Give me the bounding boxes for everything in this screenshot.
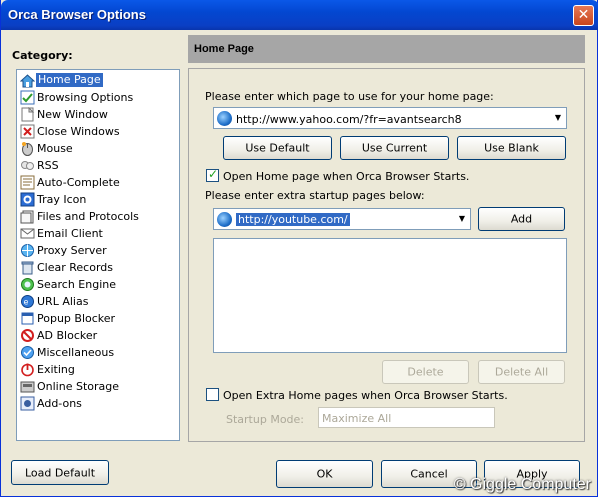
globe-icon bbox=[217, 212, 232, 227]
url-alias-icon: e bbox=[21, 295, 34, 308]
category-item-label: Files and Protocols bbox=[37, 210, 139, 223]
category-item-label: Browsing Options bbox=[37, 91, 134, 104]
open-home-checkbox[interactable] bbox=[206, 167, 219, 182]
category-item-label: Exiting bbox=[37, 363, 75, 376]
category-item-email-client[interactable]: Email Client bbox=[19, 225, 177, 242]
category-list[interactable]: Home Page Browsing Options New Window Cl… bbox=[16, 69, 180, 441]
home-url-value: http://www.yahoo.com/?fr=avantsearch8 bbox=[236, 113, 462, 126]
category-item-label: Auto-Complete bbox=[37, 176, 120, 189]
close-window-icon bbox=[20, 124, 35, 139]
delete-all-button[interactable]: Delete All bbox=[478, 360, 565, 384]
startup-mode-select[interactable]: Maximize All bbox=[318, 407, 495, 428]
category-item-mouse[interactable]: Mouse bbox=[19, 140, 177, 157]
category-item-label: Home Page bbox=[36, 73, 103, 87]
category-item-url-alias[interactable]: e URL Alias bbox=[19, 293, 177, 310]
watermark: © Giggle Computer bbox=[453, 476, 591, 493]
dropdown-arrow-icon[interactable]: ▼ bbox=[459, 214, 465, 223]
storage-icon bbox=[20, 381, 35, 393]
use-blank-button[interactable]: Use Blank bbox=[457, 136, 566, 160]
category-item-ad-blocker[interactable]: AD Blocker bbox=[19, 327, 177, 344]
category-item-rss[interactable]: RSS bbox=[19, 157, 177, 174]
misc-icon bbox=[21, 346, 34, 359]
delete-button[interactable]: Delete bbox=[382, 360, 469, 384]
svg-text:e: e bbox=[24, 298, 29, 307]
category-item-popup-blocker[interactable]: Popup Blocker bbox=[19, 310, 177, 327]
email-icon bbox=[20, 228, 35, 239]
category-item-add-ons[interactable]: Add-ons bbox=[19, 395, 177, 412]
browse-icon bbox=[20, 90, 35, 105]
category-item-label: Add-ons bbox=[37, 397, 82, 410]
category-item-label: Email Client bbox=[37, 227, 103, 240]
close-icon: ✕ bbox=[577, 7, 590, 23]
ad-block-icon bbox=[21, 329, 34, 342]
category-item-home-page[interactable]: Home Page bbox=[19, 72, 177, 89]
files-icon bbox=[20, 210, 34, 224]
category-item-label: Proxy Server bbox=[37, 244, 107, 257]
category-item-new-window[interactable]: New Window bbox=[19, 106, 177, 123]
category-label: Category: bbox=[12, 49, 73, 62]
category-item-label: Popup Blocker bbox=[37, 312, 116, 325]
category-item-auto-complete[interactable]: Auto-Complete bbox=[19, 174, 177, 191]
category-item-label: Online Storage bbox=[37, 380, 120, 393]
load-default-button[interactable]: Load Default bbox=[11, 460, 109, 485]
new-window-icon bbox=[21, 107, 35, 122]
category-item-clear-records[interactable]: Clear Records bbox=[19, 259, 177, 276]
popup-icon bbox=[21, 312, 34, 325]
close-button[interactable]: ✕ bbox=[573, 5, 594, 26]
category-item-label: Miscellaneous bbox=[37, 346, 115, 359]
ok-button[interactable]: OK bbox=[276, 460, 373, 488]
category-item-label: Tray Icon bbox=[37, 193, 87, 206]
category-item-label: AD Blocker bbox=[37, 329, 98, 342]
extra-pages-list[interactable] bbox=[213, 238, 567, 353]
proxy-icon bbox=[21, 244, 34, 257]
category-item-label: New Window bbox=[37, 108, 108, 121]
mouse-icon bbox=[22, 142, 33, 156]
category-item-label: Clear Records bbox=[37, 261, 114, 274]
extra-url-combo[interactable]: http://youtube.com/ ▼ bbox=[213, 208, 471, 230]
category-item-label: Search Engine bbox=[37, 278, 116, 291]
open-extra-label: Open Extra Home pages when Orca Browser … bbox=[223, 389, 508, 402]
category-item-online-storage[interactable]: Online Storage bbox=[19, 378, 177, 395]
dropdown-arrow-icon[interactable]: ▼ bbox=[555, 113, 561, 122]
trash-icon bbox=[21, 261, 34, 275]
category-item-label: URL Alias bbox=[37, 295, 89, 308]
home-url-combo[interactable]: http://www.yahoo.com/?fr=avantsearch8 ▼ bbox=[213, 107, 567, 129]
category-item-exiting[interactable]: Exiting bbox=[19, 361, 177, 378]
tray-icon bbox=[20, 192, 35, 207]
auto-complete-icon bbox=[20, 175, 35, 190]
title-bar[interactable]: Orca Browser Options ✕ bbox=[1, 0, 598, 30]
open-home-label: Open Home page when Orca Browser Starts. bbox=[223, 170, 470, 183]
category-item-miscellaneous[interactable]: Miscellaneous bbox=[19, 344, 177, 361]
home-page-panel: Please enter which page to use for your … bbox=[188, 68, 585, 442]
exit-icon bbox=[21, 363, 34, 377]
options-window: Orca Browser Options ✕ Category: Home Pa… bbox=[0, 0, 598, 497]
category-item-label: RSS bbox=[37, 159, 59, 172]
category-item-label: Mouse bbox=[37, 142, 73, 155]
search-icon bbox=[21, 278, 34, 291]
addons-icon bbox=[20, 396, 35, 411]
startup-mode-label: Startup Mode: bbox=[226, 413, 304, 426]
category-item-close-windows[interactable]: Close Windows bbox=[19, 123, 177, 140]
category-item-tray-icon[interactable]: Tray Icon bbox=[19, 191, 177, 208]
globe-icon bbox=[217, 111, 232, 126]
house-icon bbox=[20, 74, 35, 88]
panel-header: Home Page bbox=[188, 35, 585, 63]
category-item-proxy-server[interactable]: Proxy Server bbox=[19, 242, 177, 259]
category-item-browsing-options[interactable]: Browsing Options bbox=[19, 89, 177, 106]
add-button[interactable]: Add bbox=[478, 207, 565, 231]
use-default-button[interactable]: Use Default bbox=[223, 136, 332, 160]
category-item-label: Close Windows bbox=[37, 125, 120, 138]
open-extra-checkbox[interactable] bbox=[206, 388, 219, 401]
window-title: Orca Browser Options bbox=[8, 7, 146, 22]
extra-pages-prompt: Please enter extra startup pages below: bbox=[205, 189, 425, 202]
category-item-search-engine[interactable]: Search Engine bbox=[19, 276, 177, 293]
home-page-prompt: Please enter which page to use for your … bbox=[205, 90, 494, 103]
category-item-files-and-protocols[interactable]: Files and Protocols bbox=[19, 208, 177, 225]
extra-url-value: http://youtube.com/ bbox=[236, 213, 350, 226]
use-current-button[interactable]: Use Current bbox=[340, 136, 449, 160]
rss-icon bbox=[21, 161, 34, 170]
panel-title: Home Page bbox=[194, 43, 254, 55]
